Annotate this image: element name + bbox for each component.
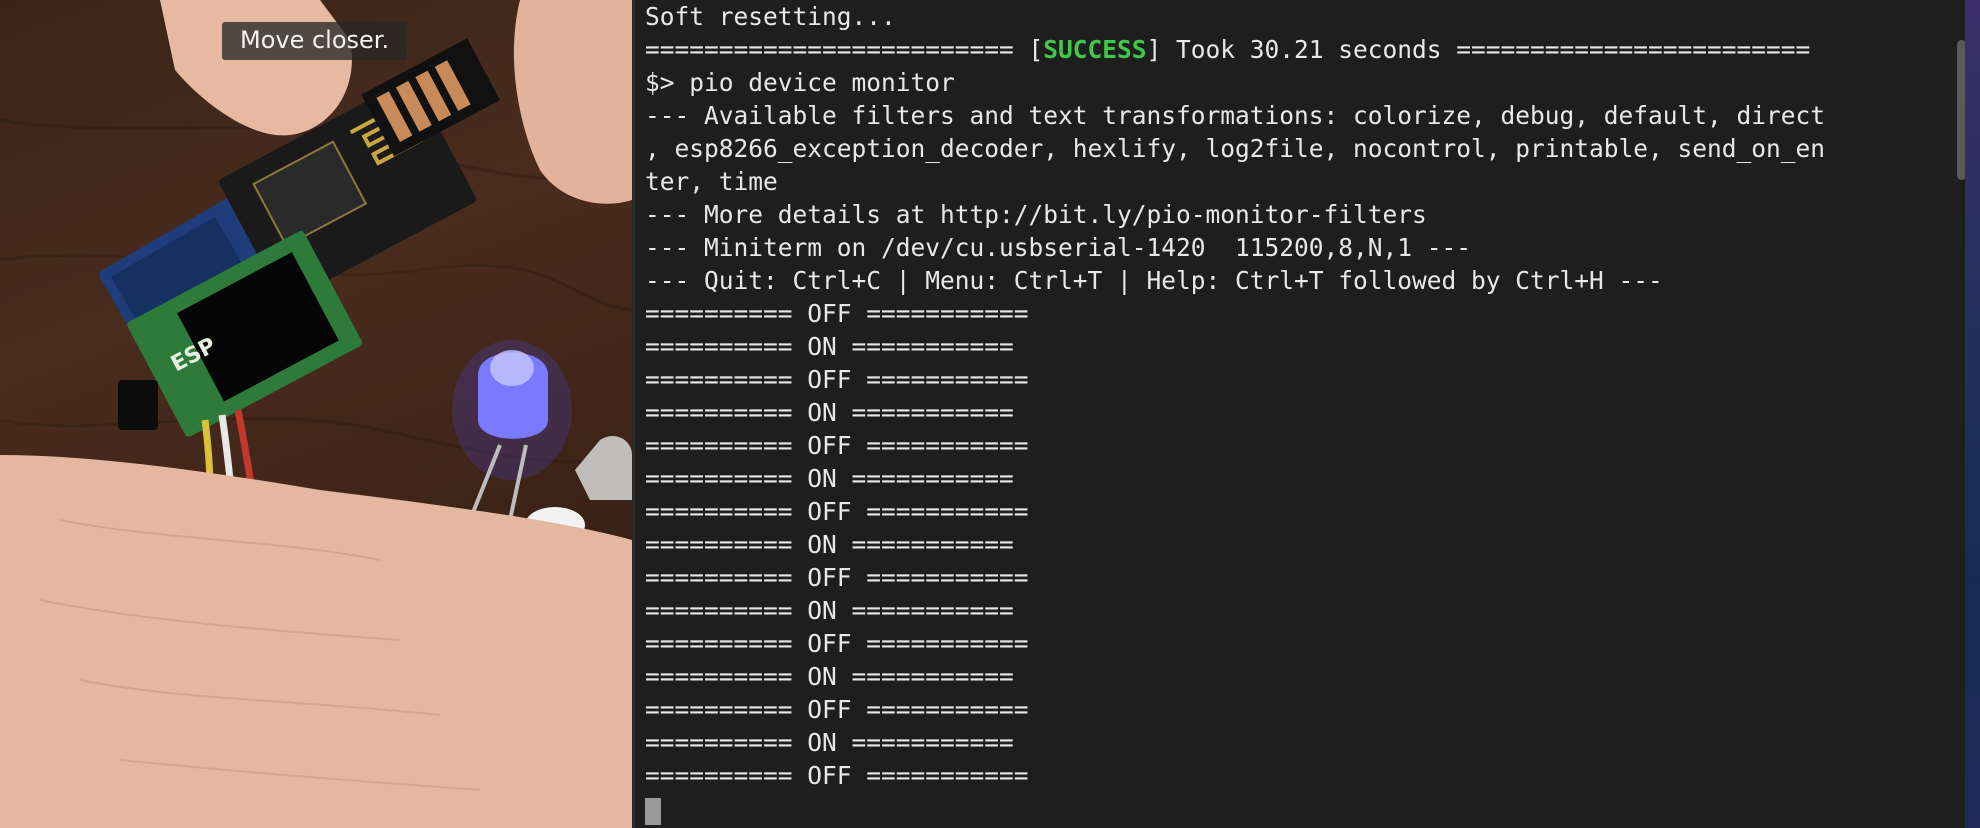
terminal-line: ========== ON =========== (645, 662, 1014, 691)
terminal-line-prefix: ========================= [ (645, 35, 1044, 64)
reset-button-hardware (118, 380, 158, 430)
terminal-line: ========================= [SUCCESS] Took… (645, 33, 1955, 66)
terminal-line: ter, time (645, 167, 778, 196)
terminal-line: , esp8266_exception_decoder, hexlify, lo… (645, 134, 1826, 163)
screen: ESP Move closer. Soft resetting... =====… (0, 0, 1980, 828)
terminal-line: ========== ON =========== (645, 596, 1014, 625)
terminal-line: ========== ON =========== (645, 332, 1014, 361)
terminal-line: ========== OFF =========== (645, 761, 1029, 790)
blue-led (452, 340, 572, 521)
camera-scene: ESP (0, 0, 632, 828)
terminal-line: ========== OFF =========== (645, 563, 1029, 592)
terminal-output: Soft resetting... =======================… (645, 0, 1955, 825)
terminal-line: ========== OFF =========== (645, 365, 1029, 394)
terminal-line: ========== OFF =========== (645, 299, 1029, 328)
terminal-line: ========== OFF =========== (645, 695, 1029, 724)
terminal-line: --- Miniterm on /dev/cu.usbserial-1420 1… (645, 233, 1472, 262)
terminal-prompt-line[interactable] (645, 792, 1955, 825)
terminal-line-suffix: ] Took 30.21 seconds ===================… (1146, 35, 1811, 64)
terminal-line: --- Available filters and text transform… (645, 101, 1826, 130)
terminal-window[interactable]: Soft resetting... =======================… (632, 0, 1968, 828)
terminal-cursor (645, 797, 661, 825)
terminal-line: Soft resetting... (645, 2, 896, 31)
terminal-line: ========== OFF =========== (645, 629, 1029, 658)
success-status: SUCCESS (1043, 35, 1147, 64)
terminal-line: --- More details at http://bit.ly/pio-mo… (645, 200, 1427, 229)
camera-view: ESP Move closer. (0, 0, 632, 828)
terminal-line: ========== ON =========== (645, 728, 1014, 757)
terminal-line: ========== OFF =========== (645, 431, 1029, 460)
desktop-background (1965, 0, 1980, 828)
camera-caption: Move closer. (222, 22, 408, 60)
terminal-line: ========== ON =========== (645, 398, 1014, 427)
terminal-line: --- Quit: Ctrl+C | Menu: Ctrl+T | Help: … (645, 266, 1663, 295)
terminal-line: $> pio device monitor (645, 68, 955, 97)
terminal-line: ========== OFF =========== (645, 497, 1029, 526)
terminal-line: ========== ON =========== (645, 530, 1014, 559)
terminal-line: ========== ON =========== (645, 464, 1014, 493)
top-fingers (160, 0, 352, 136)
